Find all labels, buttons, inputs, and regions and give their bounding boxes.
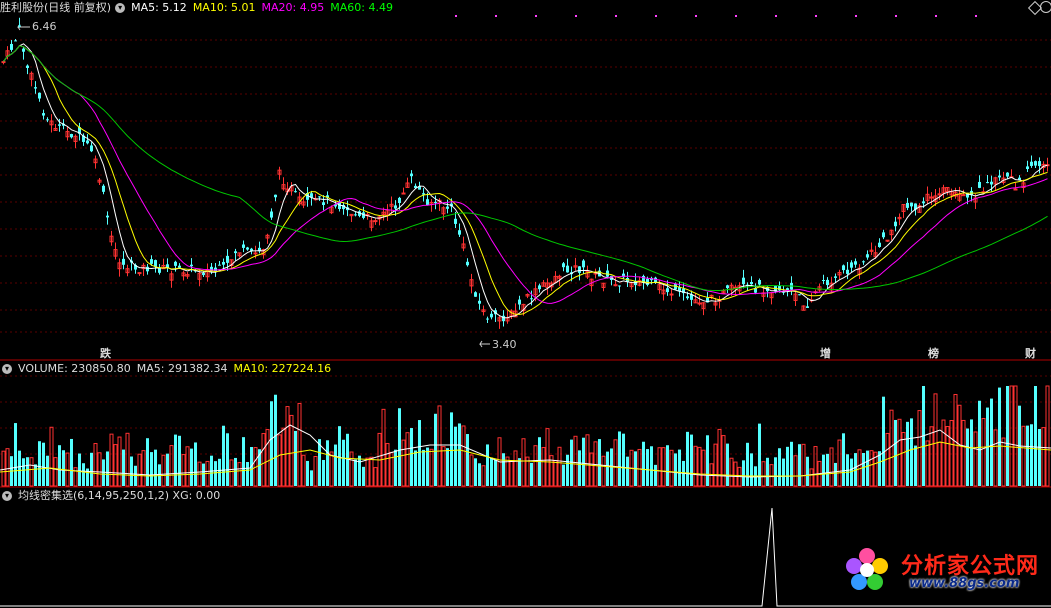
volume-settings-icon[interactable]: ▾ [2,364,12,374]
close-circle-icon[interactable] [1040,1,1051,13]
event-marker-increase[interactable]: 增 [820,345,831,361]
kline-chart[interactable] [0,0,1051,608]
ma10-value: MA10: 5.01 [192,1,256,14]
event-marker-drop[interactable]: 跌 [100,345,111,361]
main-panel-header: 胜利股份(日线 前复权) ▾ MA5: 5.12 MA10: 5.01 MA20: 4.… [0,1,399,15]
watermark-logo: 分析家公式网 www.88gs.com [843,546,1043,602]
stock-title: 胜利股份(日线 前复权) [0,1,112,14]
high-price-label: 6.46 [32,20,57,33]
watermark-url: www.88gs.com [909,576,1020,591]
low-price-label: 3.40 [492,338,517,351]
volume-ma5-value: MA5: 291382.34 [136,362,228,375]
indicator-settings-icon[interactable]: ▾ [2,491,12,501]
volume-bars [1,385,1050,487]
moving-average-lines [3,43,1048,319]
volume-value: VOLUME: 230850.80 [18,362,131,375]
volume-ma10-value: MA10: 227224.16 [233,362,332,375]
indicator-title: 均线密集选(6,14,95,250,1,2) XG: 0.00 [18,489,221,502]
indicator-panel-header: ▾ 均线密集选(6,14,95,250,1,2) XG: 0.00 [0,489,226,503]
ma60-value: MA60: 4.49 [330,1,393,14]
candlesticks [1,17,1050,329]
ma5-value: MA5: 5.12 [131,1,187,14]
flower-logo-icon [846,548,888,590]
event-marker-finance[interactable]: 财 [1025,345,1036,361]
event-marker-list[interactable]: 榜 [928,345,939,361]
ma20-value: MA20: 4.95 [261,1,325,14]
volume-panel-header: ▾ VOLUME: 230850.80 MA5: 291382.34 MA10: 22… [0,362,337,376]
settings-circle-icon[interactable]: ▾ [115,3,126,13]
price-grid [0,15,1051,348]
